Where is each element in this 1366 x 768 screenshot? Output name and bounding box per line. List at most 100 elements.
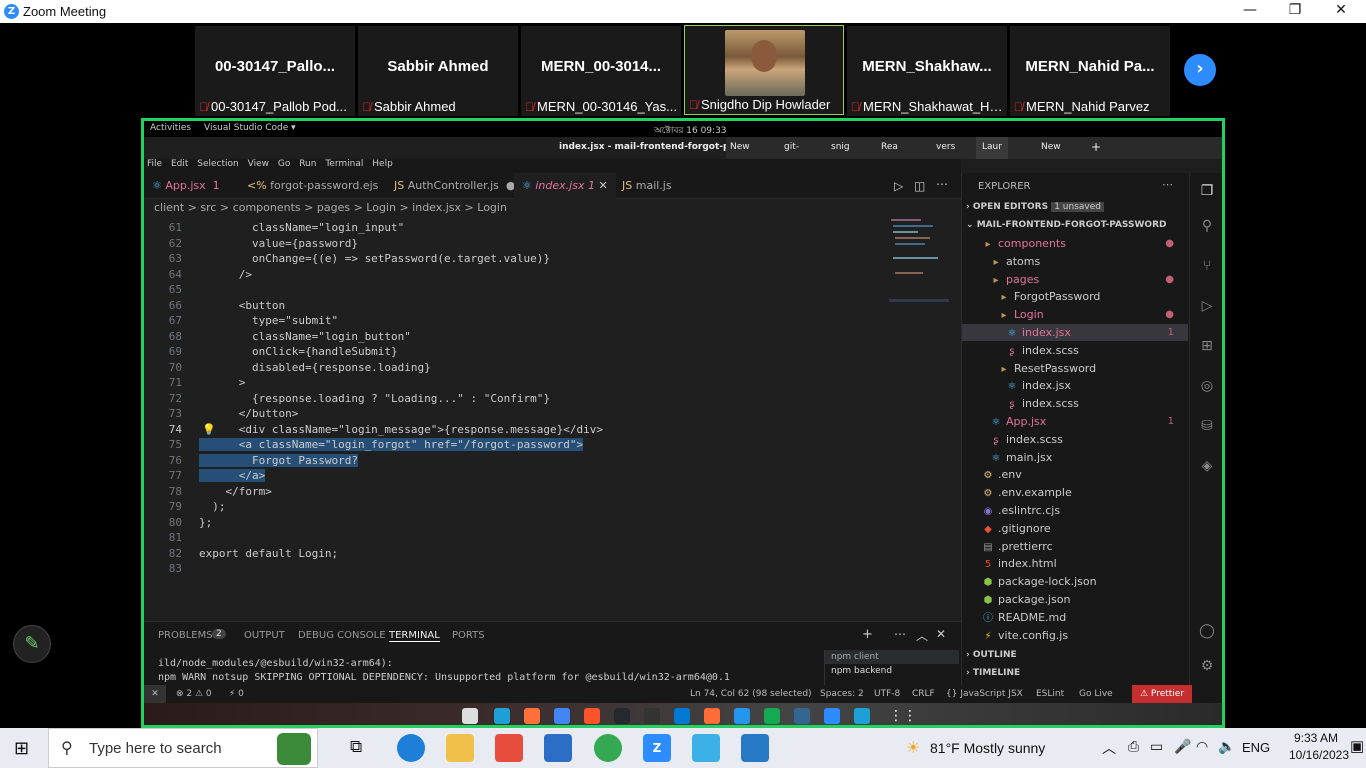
status-cursor-position[interactable]: Ln 74, Col 62 (98 selected) bbox=[690, 689, 812, 699]
notification-icon[interactable]: ▣ bbox=[1350, 737, 1364, 755]
vscode-icon[interactable] bbox=[674, 708, 690, 724]
browser-tab-active[interactable]: Laur bbox=[976, 137, 1008, 159]
code-line[interactable]: 67 type="submit" bbox=[144, 314, 944, 330]
status-encoding[interactable]: UTF-8 bbox=[874, 689, 900, 699]
participant-tile-video[interactable]: 🎙̸ Snigdho Dip Howlader bbox=[684, 25, 844, 115]
tree-item[interactable]: ⬢ package-lock.json bbox=[962, 573, 1188, 590]
battery-icon[interactable]: ▭ bbox=[1150, 738, 1163, 755]
code-line[interactable]: 62 value={password} bbox=[144, 237, 944, 253]
browser-tab[interactable]: New bbox=[1041, 142, 1061, 152]
participant-tile[interactable]: 00-30147_Pallo... 🎙̸ 00-30147_Pallob Pod.… bbox=[195, 26, 355, 116]
code-line[interactable]: 76 Forgot Password? bbox=[144, 453, 944, 470]
code-line[interactable]: 78 </form> bbox=[144, 485, 944, 501]
tree-item[interactable]: ◉ .eslintrc.cjs bbox=[962, 502, 1188, 519]
layers-icon[interactable]: ◈ bbox=[1198, 458, 1216, 476]
tree-item[interactable]: ⓘ README.md bbox=[962, 609, 1188, 626]
browser-tab[interactable]: git- bbox=[784, 142, 799, 152]
vscode-icon[interactable] bbox=[741, 734, 769, 762]
postgres-icon[interactable] bbox=[794, 708, 810, 724]
more-actions-icon[interactable]: ⋯ bbox=[894, 627, 906, 641]
code-line[interactable]: 74 <div className="login_message">{respo… bbox=[144, 423, 944, 439]
more-actions-icon[interactable]: ⋯ bbox=[1162, 178, 1173, 191]
chrome-icon[interactable] bbox=[554, 708, 570, 724]
code-line[interactable]: 80}; bbox=[144, 516, 944, 532]
browser-tab[interactable]: New bbox=[730, 142, 750, 152]
code-line[interactable]: 70 disabled={response.loading} bbox=[144, 361, 944, 377]
minimize-icon[interactable]: — bbox=[1240, 2, 1260, 18]
close-panel-icon[interactable]: ✕ bbox=[936, 627, 946, 641]
new-terminal-icon[interactable]: + bbox=[862, 627, 873, 642]
minimap[interactable] bbox=[889, 217, 949, 317]
code-line[interactable]: 75 <a className="login_forgot" href="/fo… bbox=[144, 438, 944, 454]
menu-go[interactable]: Go bbox=[278, 159, 290, 169]
code-line[interactable]: 66 <button bbox=[144, 299, 944, 315]
tree-item[interactable]: ʂ index.scss bbox=[962, 395, 1188, 412]
split-editor-icon[interactable]: ◫ bbox=[914, 179, 925, 193]
timeline-section[interactable]: › TIMELINE bbox=[966, 665, 1020, 682]
code-line[interactable]: 71 > bbox=[144, 376, 944, 392]
close-icon[interactable]: ✕ bbox=[1331, 2, 1351, 18]
code-line[interactable]: 72 {response.loading ? "Loading..." : "C… bbox=[144, 392, 944, 408]
annotate-pen-icon[interactable]: ✎ bbox=[13, 625, 51, 663]
close-tab-icon[interactable]: ✕ bbox=[598, 179, 607, 192]
zoom-icon[interactable]: Z bbox=[643, 734, 671, 762]
status-problems[interactable]: ⊗ 2 ⚠ 0 bbox=[176, 689, 212, 699]
tab-mail-js[interactable]: JS mail.js bbox=[614, 173, 680, 199]
tree-item[interactable]: 5 index.html bbox=[962, 555, 1188, 572]
search-input[interactable]: ⚲ Type here to search bbox=[48, 728, 318, 768]
files-app-icon[interactable] bbox=[462, 708, 478, 724]
tab-terminal[interactable]: TERMINAL bbox=[389, 630, 440, 642]
menu-run[interactable]: Run bbox=[299, 159, 316, 169]
code-editor[interactable]: 61 className="login_input" 62 value={pass… bbox=[144, 217, 961, 617]
clock-time[interactable]: 9:33 AM bbox=[1286, 731, 1346, 745]
tree-item[interactable]: ⚛ main.jsx bbox=[962, 449, 1188, 466]
mail-icon[interactable] bbox=[544, 734, 572, 762]
menu-edit[interactable]: Edit bbox=[171, 159, 188, 169]
code-line[interactable]: 77 </a> bbox=[144, 469, 944, 485]
tree-item[interactable]: ▸ components ● bbox=[962, 235, 1188, 252]
code-line[interactable]: 81 bbox=[144, 531, 944, 547]
tree-item[interactable]: ⚛ App.jsx 1 bbox=[962, 413, 1188, 430]
restore-icon[interactable]: ❐ bbox=[1285, 2, 1305, 18]
tab-ports[interactable]: PORTS bbox=[452, 630, 485, 641]
code-line[interactable]: 82 export default Login; bbox=[144, 547, 944, 563]
files-icon[interactable]: ❐ bbox=[1198, 183, 1216, 201]
docker-icon[interactable] bbox=[734, 708, 750, 724]
code-line[interactable]: 65 bbox=[144, 283, 944, 299]
participant-tile[interactable]: Sabbir Ahmed 🎙̸ Sabbir Ahmed bbox=[358, 26, 518, 116]
run-icon[interactable]: ▷ bbox=[894, 179, 903, 193]
language-indicator[interactable]: ENG bbox=[1242, 740, 1270, 755]
project-root[interactable]: ⌄ MAIL-FRONTEND-FORGOT-PASSWORD bbox=[966, 217, 1166, 234]
tab-problems[interactable]: PROBLEMS bbox=[158, 630, 213, 641]
tree-item[interactable]: ▸ pages ● bbox=[962, 271, 1188, 288]
store-icon[interactable] bbox=[495, 734, 523, 762]
code-line[interactable]: 68 className="login_button" bbox=[144, 330, 944, 346]
browser-tab[interactable]: snig bbox=[831, 142, 850, 152]
tree-item[interactable]: ▸ Login ● bbox=[962, 306, 1188, 323]
new-tab-icon[interactable]: + bbox=[1091, 140, 1101, 154]
participant-tile[interactable]: MERN_Nahid Pa... 🎙̸ MERN_Nahid Parvez bbox=[1010, 26, 1170, 116]
meet-now-icon[interactable]: ⎙ bbox=[1128, 738, 1139, 755]
wifi-icon[interactable]: ◠ bbox=[1196, 738, 1208, 755]
tree-item[interactable]: ⚛ index.jsx 1 bbox=[962, 324, 1188, 341]
firefox-icon[interactable] bbox=[524, 708, 540, 724]
microphone-icon[interactable]: 🎤 bbox=[1174, 738, 1191, 755]
maximize-panel-icon[interactable]: ︿ bbox=[916, 627, 928, 644]
tree-item[interactable]: ʂ index.scss bbox=[962, 342, 1188, 359]
code-line[interactable]: 73 </button> bbox=[144, 407, 944, 423]
volume-icon[interactable]: 🔈 bbox=[1218, 738, 1235, 755]
code-line[interactable]: 61 className="login_input" bbox=[144, 221, 944, 237]
menu-help[interactable]: Help bbox=[372, 159, 393, 169]
task-view-icon[interactable]: ⧉ bbox=[350, 737, 362, 757]
code-line[interactable]: 63 onChange={(e) => setPassword(e.target… bbox=[144, 252, 944, 268]
extensions-icon[interactable]: ⊞ bbox=[1198, 338, 1216, 356]
tab-forgot-password-ejs[interactable]: <% forgot-password.ejs bbox=[239, 173, 386, 199]
tree-item[interactable]: ⚡ vite.config.js bbox=[962, 627, 1188, 644]
lightbulb-icon[interactable]: 💡 bbox=[202, 423, 216, 436]
open-editors-section[interactable]: › OPEN EDITORS 1 unsaved bbox=[966, 199, 1104, 216]
windows-start-icon[interactable]: ⊞ bbox=[14, 738, 29, 759]
menu-terminal[interactable]: Terminal bbox=[325, 159, 363, 169]
code-line[interactable]: 69 onClick={handleSubmit} bbox=[144, 345, 944, 361]
status-eol[interactable]: CRLF bbox=[912, 689, 935, 699]
terminal-item-client[interactable]: npm client bbox=[825, 650, 959, 664]
